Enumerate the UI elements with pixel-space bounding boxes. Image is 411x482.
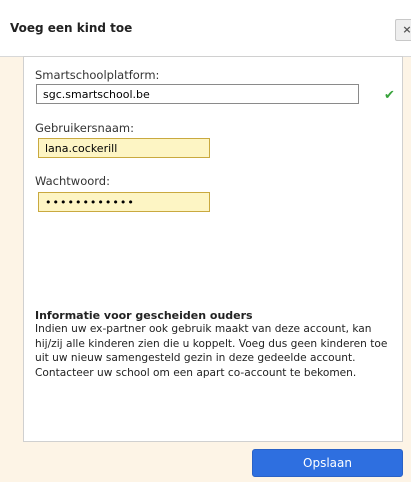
form-panel: Smartschoolplatform: Gebruikersnaam: Wac… xyxy=(23,56,403,442)
info-title: Informatie voor gescheiden ouders xyxy=(35,309,253,322)
platform-label: Smartschoolplatform: xyxy=(35,68,160,82)
password-input[interactable] xyxy=(38,192,210,212)
username-input[interactable] xyxy=(38,138,210,158)
username-label: Gebruikersnaam: xyxy=(35,121,135,135)
checkmark-icon: ✔ xyxy=(384,88,395,103)
platform-input[interactable] xyxy=(36,84,359,104)
close-button[interactable]: × xyxy=(395,19,411,41)
save-button[interactable]: Opslaan xyxy=(252,449,403,477)
add-child-dialog: Voeg een kind toe × Smartschoolplatform:… xyxy=(0,0,411,482)
dialog-title: Voeg een kind toe xyxy=(10,21,133,35)
dialog-header: Voeg een kind toe × xyxy=(0,0,411,57)
password-label: Wachtwoord: xyxy=(35,174,110,188)
info-text: Indien uw ex-partner ook gebruik maakt v… xyxy=(35,323,388,379)
